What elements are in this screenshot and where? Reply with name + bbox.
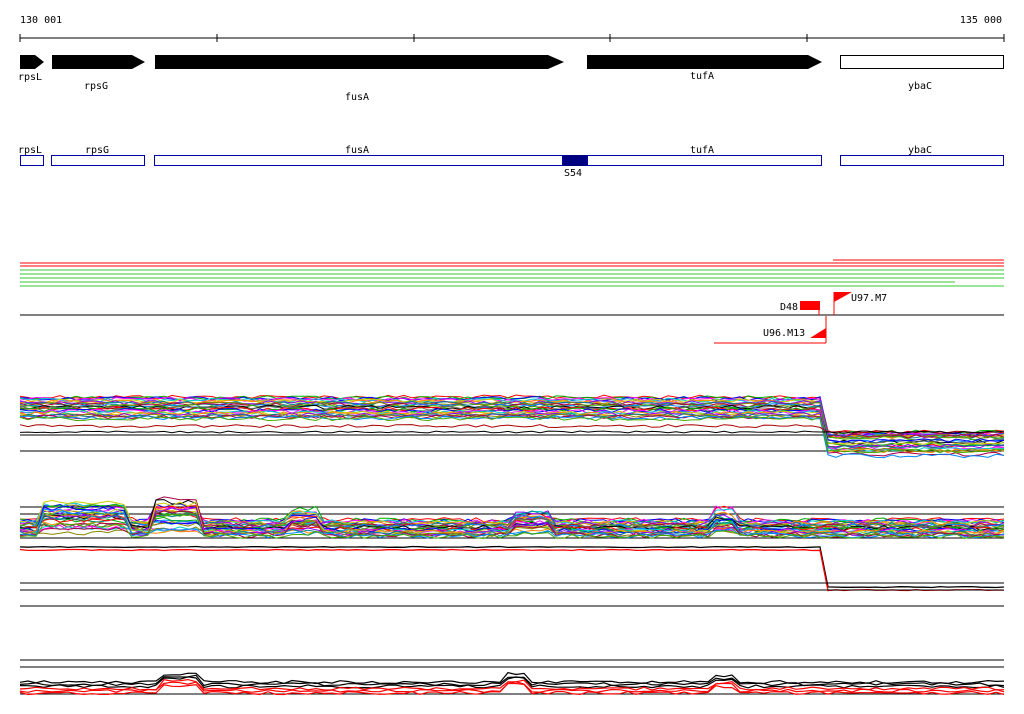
gene-box-rpsG[interactable] [51,155,145,166]
marker-label-u96: U96.M13 [763,328,805,339]
expression-panel-4 [19,659,1005,696]
gene-arrow[interactable] [155,55,564,69]
box-label-rpsG: rpsG [85,145,109,156]
expression-panel-1 [19,394,1005,459]
gene-arrow[interactable] [587,55,822,69]
gene-rpsG[interactable]: rpsG [52,55,145,92]
expression-trace [19,545,1005,589]
box-label-tufA: tufA [690,145,714,156]
gene-box-track: rpsL rpsG fusA tufA ybaC S54 [18,145,1004,179]
gene-open-box[interactable] [840,55,1004,69]
gene-box-fusA[interactable] [154,155,563,166]
gene-fusA[interactable]: fusA [155,55,564,103]
gene-tufA[interactable]: tufA [587,55,822,82]
coverage-line-track [20,259,1004,316]
expression-panel-3 [20,582,1004,607]
gene-ybaC[interactable]: ybaC [840,55,1004,93]
gene-box-tufA[interactable] [587,155,822,166]
ruler-end-label: 135 000 [960,15,1002,26]
marker-group: D48 U97.M7 U96.M13 [714,292,887,344]
gene-label-rpsL: rpsL [18,72,42,83]
gene-box-ybaC[interactable] [840,155,1004,166]
gene-arrow-track: rpsL rpsG fusA tufA ybaC [18,55,1004,103]
expression-panel-2 [19,496,1005,592]
marker-flag[interactable] [800,301,820,310]
gene-label-tufA: tufA [690,71,714,82]
gene-label-ybaC: ybaC [908,81,932,92]
marker-label-d48: D48 [780,302,798,313]
gene-box-rpsL[interactable] [20,155,44,166]
gene-arrow[interactable] [20,55,44,69]
gene-arrow[interactable] [52,55,145,69]
expression-trace [19,548,1005,592]
marker-d48[interactable]: D48 [780,301,820,315]
highlight-label: S54 [564,168,582,179]
expression-trace [19,678,1005,691]
marker-flag[interactable] [834,292,852,302]
gene-label-rpsG: rpsG [84,81,108,92]
box-label-fusA: fusA [345,145,369,156]
box-label-rpsL: rpsL [18,145,42,156]
gene-rpsL[interactable]: rpsL [18,55,44,83]
highlight-region-s54[interactable] [563,155,587,166]
genome-browser-canvas: 130 001 135 000 rpsL rpsG fusA tufA ybaC [18,15,1005,696]
ruler-start-label: 130 001 [20,15,62,26]
coordinate-ruler: 130 001 135 000 [19,15,1005,42]
marker-label-u97: U97.M7 [851,293,887,304]
box-label-ybaC: ybaC [908,145,932,156]
marker-u97-m7[interactable]: U97.M7 [833,292,887,315]
marker-flag[interactable] [810,328,826,338]
gene-label-fusA: fusA [345,92,369,103]
marker-u96-m13[interactable]: U96.M13 [714,316,827,344]
